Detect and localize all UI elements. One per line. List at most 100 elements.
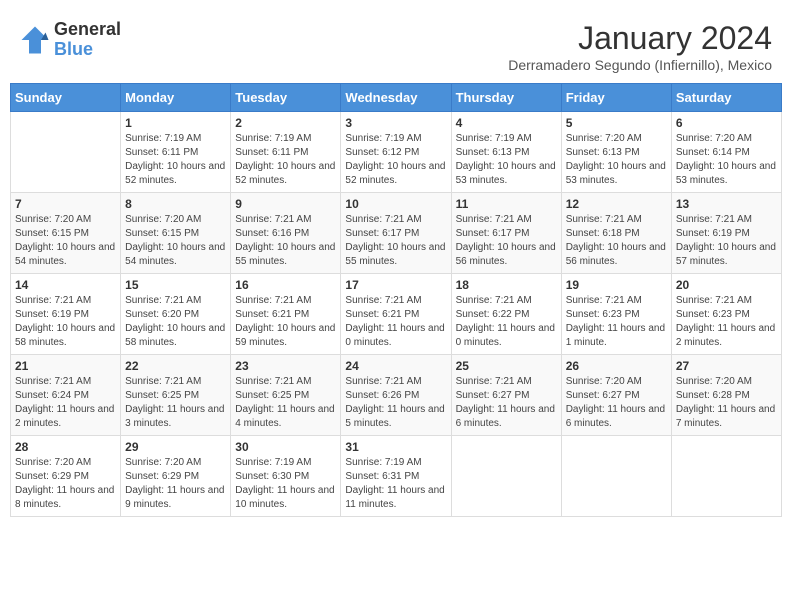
calendar-cell (671, 436, 781, 517)
logo-text: General Blue (54, 20, 121, 60)
day-number: 23 (235, 359, 336, 373)
calendar-cell: 14 Sunrise: 7:21 AM Sunset: 6:19 PM Dayli… (11, 274, 121, 355)
day-number: 7 (15, 197, 116, 211)
day-number: 18 (456, 278, 557, 292)
day-info: Sunrise: 7:20 AM Sunset: 6:14 PM Dayligh… (676, 132, 777, 188)
calendar-cell: 18 Sunrise: 7:21 AM Sunset: 6:22 PM Dayli… (451, 274, 561, 355)
calendar-cell: 23 Sunrise: 7:21 AM Sunset: 6:25 PM Dayli… (231, 355, 341, 436)
day-info: Sunrise: 7:21 AM Sunset: 6:22 PM Dayligh… (456, 294, 557, 350)
calendar-cell (11, 112, 121, 193)
day-number: 19 (566, 278, 667, 292)
calendar-cell: 26 Sunrise: 7:20 AM Sunset: 6:27 PM Dayli… (561, 355, 671, 436)
calendar-cell: 7 Sunrise: 7:20 AM Sunset: 6:15 PM Daylig… (11, 193, 121, 274)
day-number: 20 (676, 278, 777, 292)
location-subtitle: Derramadero Segundo (Infiernillo), Mexic… (508, 57, 772, 73)
calendar-week-row: 21Sunrise: 7:21 AM Sunset: 6:24 PM Dayli… (11, 355, 782, 436)
day-number: 10 (345, 197, 446, 211)
calendar-cell: 28Sunrise: 7:20 AM Sunset: 6:29 PM Dayli… (11, 436, 121, 517)
day-number: 9 (235, 197, 336, 211)
calendar-cell: 27 Sunrise: 7:20 AM Sunset: 6:28 PM Dayli… (671, 355, 781, 436)
day-number: 12 (566, 197, 667, 211)
calendar-cell: 15 Sunrise: 7:21 AM Sunset: 6:20 PM Dayli… (121, 274, 231, 355)
day-info: Sunrise: 7:19 AM Sunset: 6:11 PM Dayligh… (235, 132, 336, 188)
logo-icon (20, 25, 50, 55)
day-info: Sunrise: 7:21 AM Sunset: 6:19 PM Dayligh… (676, 213, 777, 269)
day-info: Sunrise: 7:21 AM Sunset: 6:19 PM Dayligh… (15, 294, 116, 350)
calendar-week-row: 7 Sunrise: 7:20 AM Sunset: 6:15 PM Daylig… (11, 193, 782, 274)
calendar-cell: 8Sunrise: 7:20 AM Sunset: 6:15 PM Daylig… (121, 193, 231, 274)
day-info: Sunrise: 7:21 AM Sunset: 6:20 PM Dayligh… (125, 294, 226, 350)
calendar-cell: 2 Sunrise: 7:19 AM Sunset: 6:11 PM Daylig… (231, 112, 341, 193)
day-number: 4 (456, 116, 557, 130)
calendar-cell: 11 Sunrise: 7:21 AM Sunset: 6:17 PM Dayli… (451, 193, 561, 274)
logo-blue-text: Blue (54, 40, 121, 60)
title-section: January 2024 Derramadero Segundo (Infier… (508, 20, 772, 73)
column-header-wednesday: Wednesday (341, 84, 451, 112)
day-info: Sunrise: 7:20 AM Sunset: 6:28 PM Dayligh… (676, 375, 777, 431)
calendar-cell: 6 Sunrise: 7:20 AM Sunset: 6:14 PM Daylig… (671, 112, 781, 193)
column-header-tuesday: Tuesday (231, 84, 341, 112)
calendar-cell (451, 436, 561, 517)
column-header-saturday: Saturday (671, 84, 781, 112)
calendar-cell: 25Sunrise: 7:21 AM Sunset: 6:27 PM Dayli… (451, 355, 561, 436)
calendar-cell: 4Sunrise: 7:19 AM Sunset: 6:13 PM Daylig… (451, 112, 561, 193)
day-number: 21 (15, 359, 116, 373)
day-number: 14 (15, 278, 116, 292)
day-info: Sunrise: 7:21 AM Sunset: 6:18 PM Dayligh… (566, 213, 667, 269)
column-header-sunday: Sunday (11, 84, 121, 112)
day-number: 29 (125, 440, 226, 454)
day-info: Sunrise: 7:21 AM Sunset: 6:25 PM Dayligh… (235, 375, 336, 431)
calendar-cell: 16Sunrise: 7:21 AM Sunset: 6:21 PM Dayli… (231, 274, 341, 355)
day-number: 3 (345, 116, 446, 130)
day-number: 13 (676, 197, 777, 211)
calendar-cell: 20 Sunrise: 7:21 AM Sunset: 6:23 PM Dayli… (671, 274, 781, 355)
calendar-cell: 29Sunrise: 7:20 AM Sunset: 6:29 PM Dayli… (121, 436, 231, 517)
day-info: Sunrise: 7:19 AM Sunset: 6:11 PM Dayligh… (125, 132, 226, 188)
day-info: Sunrise: 7:21 AM Sunset: 6:27 PM Dayligh… (456, 375, 557, 431)
day-number: 15 (125, 278, 226, 292)
page-header: General Blue January 2024 Derramadero Se… (10, 10, 782, 78)
day-info: Sunrise: 7:21 AM Sunset: 6:23 PM Dayligh… (676, 294, 777, 350)
day-info: Sunrise: 7:20 AM Sunset: 6:27 PM Dayligh… (566, 375, 667, 431)
day-number: 11 (456, 197, 557, 211)
day-number: 5 (566, 116, 667, 130)
day-number: 1 (125, 116, 226, 130)
day-number: 27 (676, 359, 777, 373)
day-number: 28 (15, 440, 116, 454)
calendar-cell: 17Sunrise: 7:21 AM Sunset: 6:21 PM Dayli… (341, 274, 451, 355)
day-info: Sunrise: 7:21 AM Sunset: 6:21 PM Dayligh… (235, 294, 336, 350)
calendar-table: SundayMondayTuesdayWednesdayThursdayFrid… (10, 83, 782, 517)
calendar-cell (561, 436, 671, 517)
calendar-cell: 13 Sunrise: 7:21 AM Sunset: 6:19 PM Dayli… (671, 193, 781, 274)
day-info: Sunrise: 7:21 AM Sunset: 6:21 PM Dayligh… (345, 294, 446, 350)
calendar-cell: 12 Sunrise: 7:21 AM Sunset: 6:18 PM Dayli… (561, 193, 671, 274)
day-number: 2 (235, 116, 336, 130)
day-info: Sunrise: 7:21 AM Sunset: 6:17 PM Dayligh… (456, 213, 557, 269)
day-number: 30 (235, 440, 336, 454)
calendar-week-row: 1 Sunrise: 7:19 AM Sunset: 6:11 PM Daylig… (11, 112, 782, 193)
calendar-cell: 9Sunrise: 7:21 AM Sunset: 6:16 PM Daylig… (231, 193, 341, 274)
logo: General Blue (20, 20, 121, 60)
logo-general-text: General (54, 20, 121, 40)
calendar-cell: 24Sunrise: 7:21 AM Sunset: 6:26 PM Dayli… (341, 355, 451, 436)
day-number: 26 (566, 359, 667, 373)
day-number: 8 (125, 197, 226, 211)
calendar-cell: 1 Sunrise: 7:19 AM Sunset: 6:11 PM Daylig… (121, 112, 231, 193)
day-info: Sunrise: 7:19 AM Sunset: 6:31 PM Dayligh… (345, 456, 446, 512)
day-number: 22 (125, 359, 226, 373)
month-year-title: January 2024 (508, 20, 772, 57)
day-number: 31 (345, 440, 446, 454)
calendar-cell: 10 Sunrise: 7:21 AM Sunset: 6:17 PM Dayli… (341, 193, 451, 274)
column-header-monday: Monday (121, 84, 231, 112)
day-info: Sunrise: 7:21 AM Sunset: 6:17 PM Dayligh… (345, 213, 446, 269)
column-header-friday: Friday (561, 84, 671, 112)
calendar-week-row: 14 Sunrise: 7:21 AM Sunset: 6:19 PM Dayli… (11, 274, 782, 355)
day-number: 6 (676, 116, 777, 130)
day-info: Sunrise: 7:20 AM Sunset: 6:13 PM Dayligh… (566, 132, 667, 188)
day-info: Sunrise: 7:20 AM Sunset: 6:15 PM Dayligh… (15, 213, 116, 269)
day-info: Sunrise: 7:19 AM Sunset: 6:30 PM Dayligh… (235, 456, 336, 512)
calendar-week-row: 28Sunrise: 7:20 AM Sunset: 6:29 PM Dayli… (11, 436, 782, 517)
calendar-cell: 30 Sunrise: 7:19 AM Sunset: 6:30 PM Dayli… (231, 436, 341, 517)
day-info: Sunrise: 7:21 AM Sunset: 6:26 PM Dayligh… (345, 375, 446, 431)
calendar-cell: 19Sunrise: 7:21 AM Sunset: 6:23 PM Dayli… (561, 274, 671, 355)
